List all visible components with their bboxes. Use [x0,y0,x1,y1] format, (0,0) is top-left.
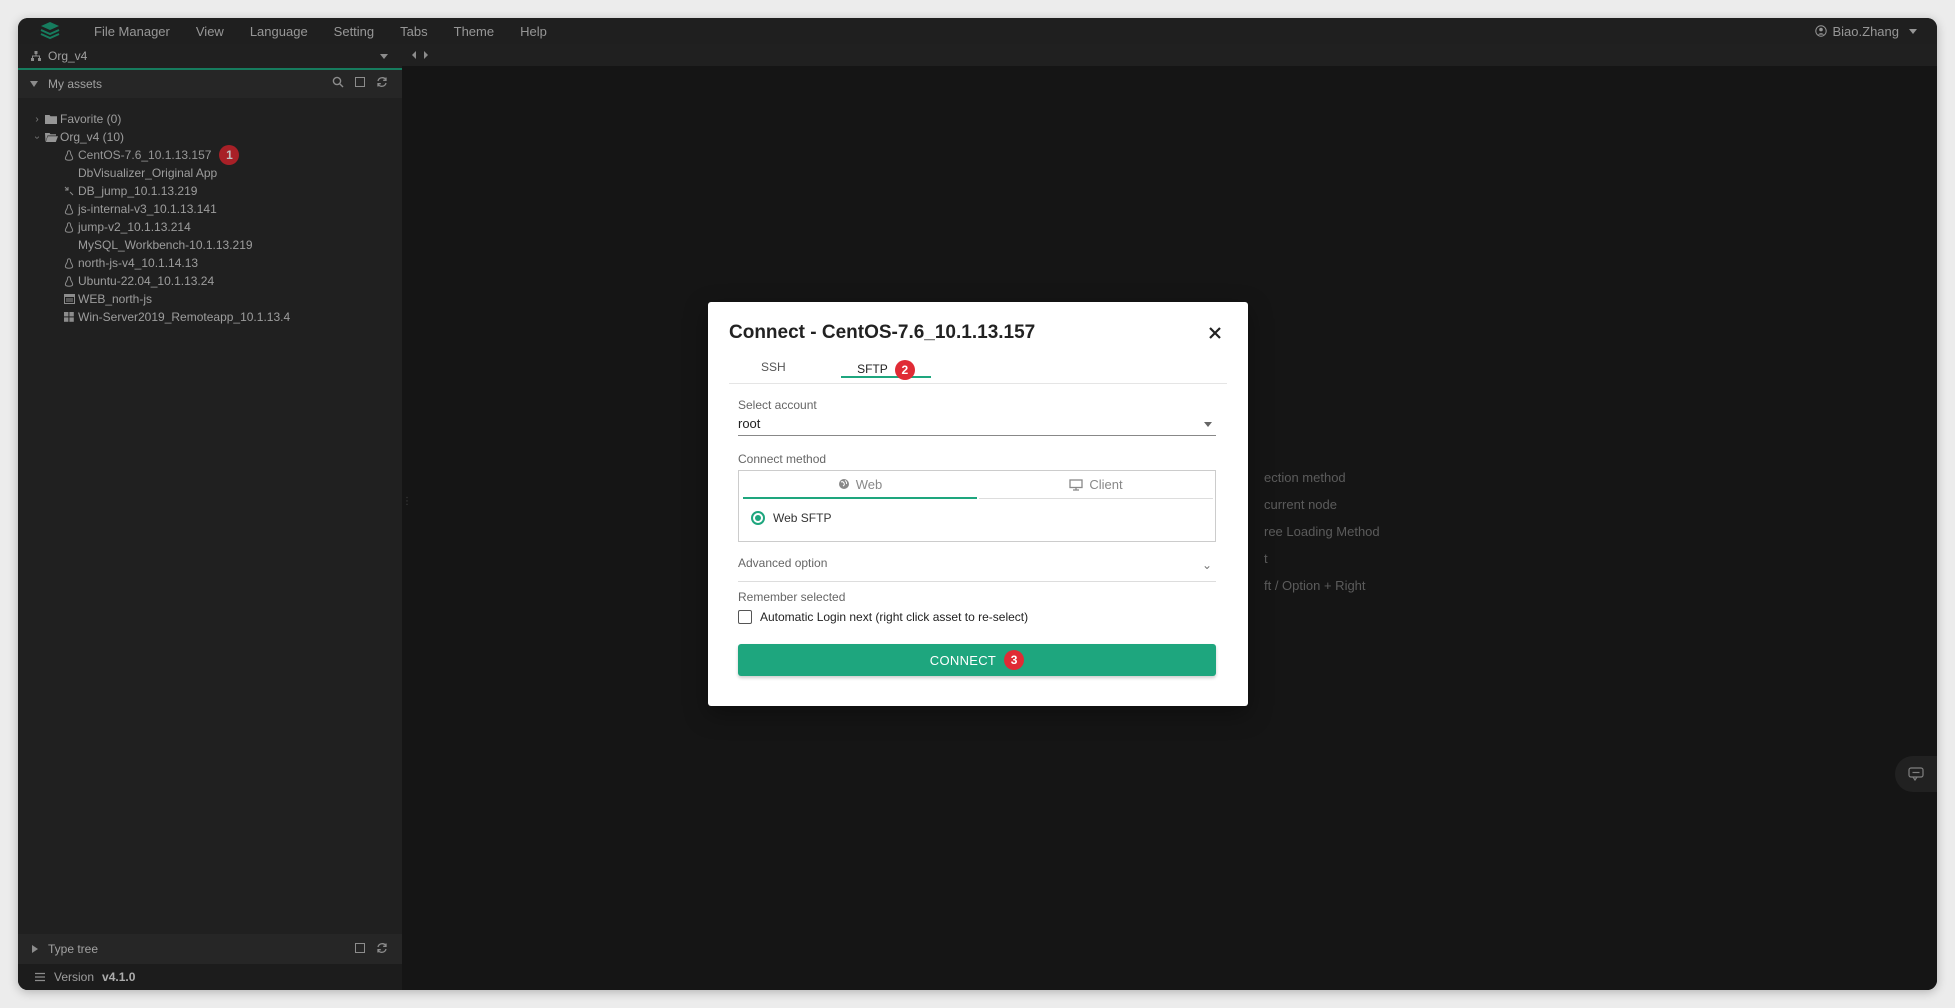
account-select[interactable]: root [738,414,1216,436]
account-value: root [738,416,761,431]
web-sftp-option[interactable]: Web SFTP [751,511,831,525]
web-sftp-label: Web SFTP [773,511,832,525]
connect-button[interactable]: CONNECT 3 [738,644,1216,676]
tab-sftp[interactable]: SFTP 2 [841,354,931,380]
connect-method-box: Web Client Web SFTP [738,470,1216,542]
method-tab-web[interactable]: Web [743,471,977,499]
method-web-label: Web [855,476,883,492]
auto-login-label: Automatic Login next (right click asset … [760,610,1029,624]
select-account-label: Select account [738,398,817,412]
remember-label: Remember selected [738,590,846,604]
close-icon[interactable] [1204,322,1226,344]
chevron-down-icon [1204,422,1212,427]
method-client-label: Client [1089,477,1123,492]
chevron-down-icon: ⌄ [1201,558,1212,572]
connect-button-label: CONNECT [929,652,997,668]
connect-method-label: Connect method [738,452,827,466]
tab-sftp-label: SFTP [857,362,888,377]
advanced-option-label: Advanced option [738,556,828,570]
tab-ssh[interactable]: SSH [761,360,786,374]
globe-icon [838,479,849,489]
step-badge: 2 [894,360,915,380]
auto-login-checkbox[interactable] [738,610,752,624]
auto-login-option[interactable]: Automatic Login next (right click asset … [738,610,1028,624]
dialog-title: Connect - CentOS-7.6_10.1.13.157 [729,322,1036,343]
protocol-tabs: SSH SFTP 2 [729,354,1227,384]
monitor-icon [1069,478,1084,491]
method-tab-client[interactable]: Client [979,471,1213,499]
step-badge: 3 [1004,650,1025,670]
advanced-option-toggle[interactable]: Advanced option ⌄ [738,556,1216,582]
connect-dialog: Connect - CentOS-7.6_10.1.13.157 SSH SFT… [708,302,1248,706]
radio-selected[interactable] [751,511,765,525]
